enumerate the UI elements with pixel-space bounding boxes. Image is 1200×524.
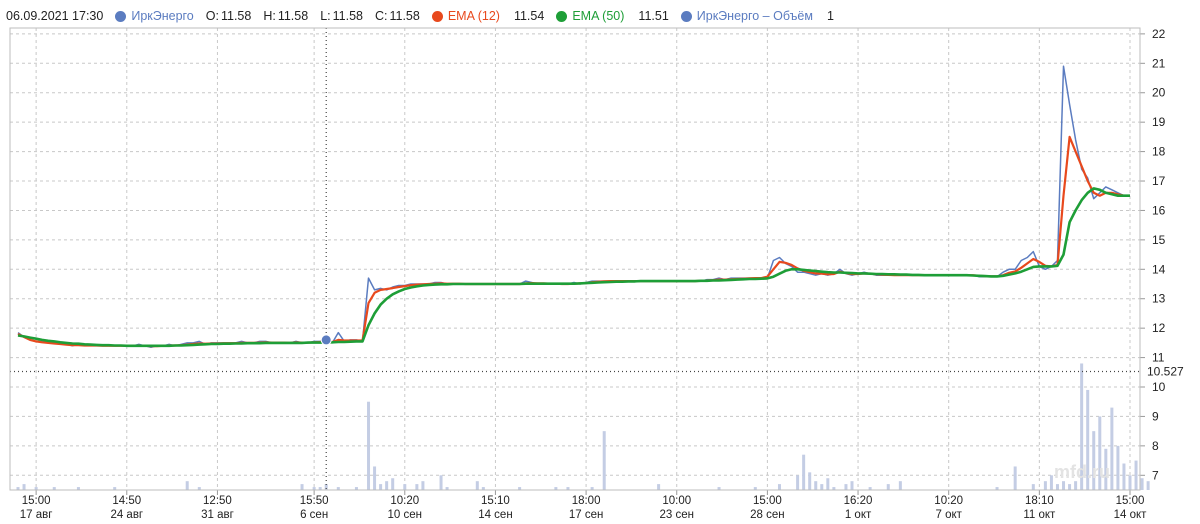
volume-bar bbox=[379, 484, 383, 490]
x-tick-date: 14 сен bbox=[478, 509, 512, 521]
y-tick-label: 16 bbox=[1152, 203, 1166, 217]
volume-bar bbox=[421, 481, 425, 490]
y-tick-label: 14 bbox=[1152, 262, 1166, 276]
x-tick-time: 16:20 bbox=[844, 495, 873, 507]
price-line bbox=[17, 65, 1130, 349]
x-tick-date: 17 авг bbox=[20, 509, 53, 521]
x-tick-time: 10:20 bbox=[934, 495, 963, 507]
crosshair: 10.527 bbox=[10, 28, 1184, 490]
y-tick-label: 13 bbox=[1152, 292, 1166, 306]
volume-bar bbox=[1062, 481, 1066, 490]
y-tick-label: 20 bbox=[1152, 86, 1166, 100]
y-tick-label: 12 bbox=[1152, 321, 1166, 335]
y-tick-label: 15 bbox=[1152, 233, 1166, 247]
x-axis: 15:00 17 авг 14:50 24 авг 12:50 31 авг 15:50 6 … bbox=[20, 490, 1147, 521]
series-lines bbox=[17, 65, 1130, 349]
x-tick-date: 24 авг bbox=[110, 509, 143, 521]
x-tick-date: 28 сен bbox=[750, 509, 784, 521]
x-tick-date: 1 окт bbox=[845, 509, 872, 521]
ema50-line bbox=[17, 187, 1130, 348]
crosshair-price-label: 10.527 bbox=[1147, 364, 1184, 378]
volume-bar bbox=[22, 484, 26, 490]
price-chart[interactable]: mfd.ru 7 8 9 10 11 12 13 14 15 16 17 18 19 20 21 22 15:… bbox=[0, 0, 1200, 524]
volume-bar bbox=[439, 475, 443, 490]
x-tick-time: 15:50 bbox=[300, 495, 329, 507]
crosshair-point bbox=[320, 334, 332, 346]
x-tick-time: 15:00 bbox=[1116, 495, 1145, 507]
grid bbox=[10, 28, 1140, 490]
x-tick-time: 14:50 bbox=[112, 495, 141, 507]
volume-bar bbox=[403, 484, 407, 490]
plot-frame bbox=[9, 27, 1141, 491]
x-tick-date: 31 авг bbox=[201, 509, 234, 521]
volume-bar bbox=[1140, 478, 1144, 490]
volume-bar bbox=[385, 481, 389, 490]
x-tick-date: 14 окт bbox=[1114, 509, 1148, 521]
y-tick-label: 22 bbox=[1152, 27, 1166, 41]
volume-bar bbox=[820, 484, 824, 490]
y-tick-label: 18 bbox=[1152, 145, 1166, 159]
y-tick-label: 21 bbox=[1152, 56, 1166, 70]
volume-bar bbox=[1074, 481, 1078, 490]
x-tick-time: 15:00 bbox=[753, 495, 782, 507]
volume-bar bbox=[602, 431, 606, 490]
x-tick-time: 18:10 bbox=[1025, 495, 1054, 507]
x-tick-date: 10 сен bbox=[388, 509, 422, 521]
watermark: mfd.ru bbox=[1054, 462, 1110, 482]
volume-bar bbox=[1128, 475, 1132, 490]
y-tick-label: 17 bbox=[1152, 174, 1166, 188]
volume-bar bbox=[373, 466, 377, 490]
volume-bar bbox=[1068, 484, 1072, 490]
x-tick-date: 7 окт bbox=[935, 509, 962, 521]
y-tick-label: 7 bbox=[1152, 468, 1159, 482]
volume-bar bbox=[850, 481, 854, 490]
volume-bar bbox=[391, 478, 395, 490]
volume-bar bbox=[1013, 466, 1017, 490]
volume-bar bbox=[367, 401, 371, 490]
x-tick-time: 15:00 bbox=[22, 495, 51, 507]
volume-bar bbox=[808, 472, 812, 490]
volume-bars bbox=[16, 363, 1150, 490]
volume-bar bbox=[1049, 475, 1053, 490]
x-tick-time: 10:20 bbox=[390, 495, 419, 507]
volume-bar bbox=[777, 484, 781, 490]
volume-bar bbox=[1110, 407, 1114, 490]
volume-bar bbox=[1043, 481, 1047, 490]
volume-bar bbox=[300, 484, 304, 490]
y-tick-label: 9 bbox=[1152, 409, 1159, 423]
volume-bar bbox=[1116, 445, 1120, 490]
ema12-line bbox=[17, 135, 1130, 348]
volume-bar bbox=[1122, 463, 1126, 490]
volume-bar bbox=[415, 484, 419, 490]
volume-bar bbox=[1146, 481, 1150, 490]
volume-bar bbox=[796, 475, 800, 490]
y-tick-label: 19 bbox=[1152, 115, 1166, 129]
volume-bar bbox=[657, 484, 661, 490]
x-tick-date: 6 сен bbox=[300, 509, 328, 521]
x-tick-time: 12:50 bbox=[203, 495, 232, 507]
y-axis: 7 8 9 10 11 12 13 14 15 16 17 18 19 20 21 22 bbox=[1140, 27, 1166, 482]
y-tick-label: 11 bbox=[1152, 351, 1165, 365]
x-tick-time: 10:00 bbox=[662, 495, 691, 507]
volume-bar bbox=[1031, 484, 1035, 490]
volume-bar bbox=[898, 481, 902, 490]
x-tick-date: 11 окт bbox=[1023, 509, 1056, 521]
volume-bar bbox=[1134, 460, 1138, 490]
y-tick-label: 8 bbox=[1152, 439, 1159, 453]
x-tick-time: 18:00 bbox=[572, 495, 601, 507]
x-tick-time: 15:10 bbox=[481, 495, 510, 507]
volume-bar bbox=[185, 481, 189, 490]
y-tick-label: 10 bbox=[1152, 380, 1166, 394]
x-tick-date: 17 сен bbox=[569, 509, 603, 521]
volume-bar bbox=[844, 484, 848, 490]
volume-bar bbox=[475, 481, 479, 490]
volume-bar bbox=[826, 478, 830, 490]
x-tick-date: 23 сен bbox=[659, 509, 693, 521]
volume-bar bbox=[814, 481, 818, 490]
volume-bar bbox=[886, 484, 890, 490]
volume-bar bbox=[802, 454, 806, 490]
volume-bar bbox=[1055, 484, 1059, 490]
